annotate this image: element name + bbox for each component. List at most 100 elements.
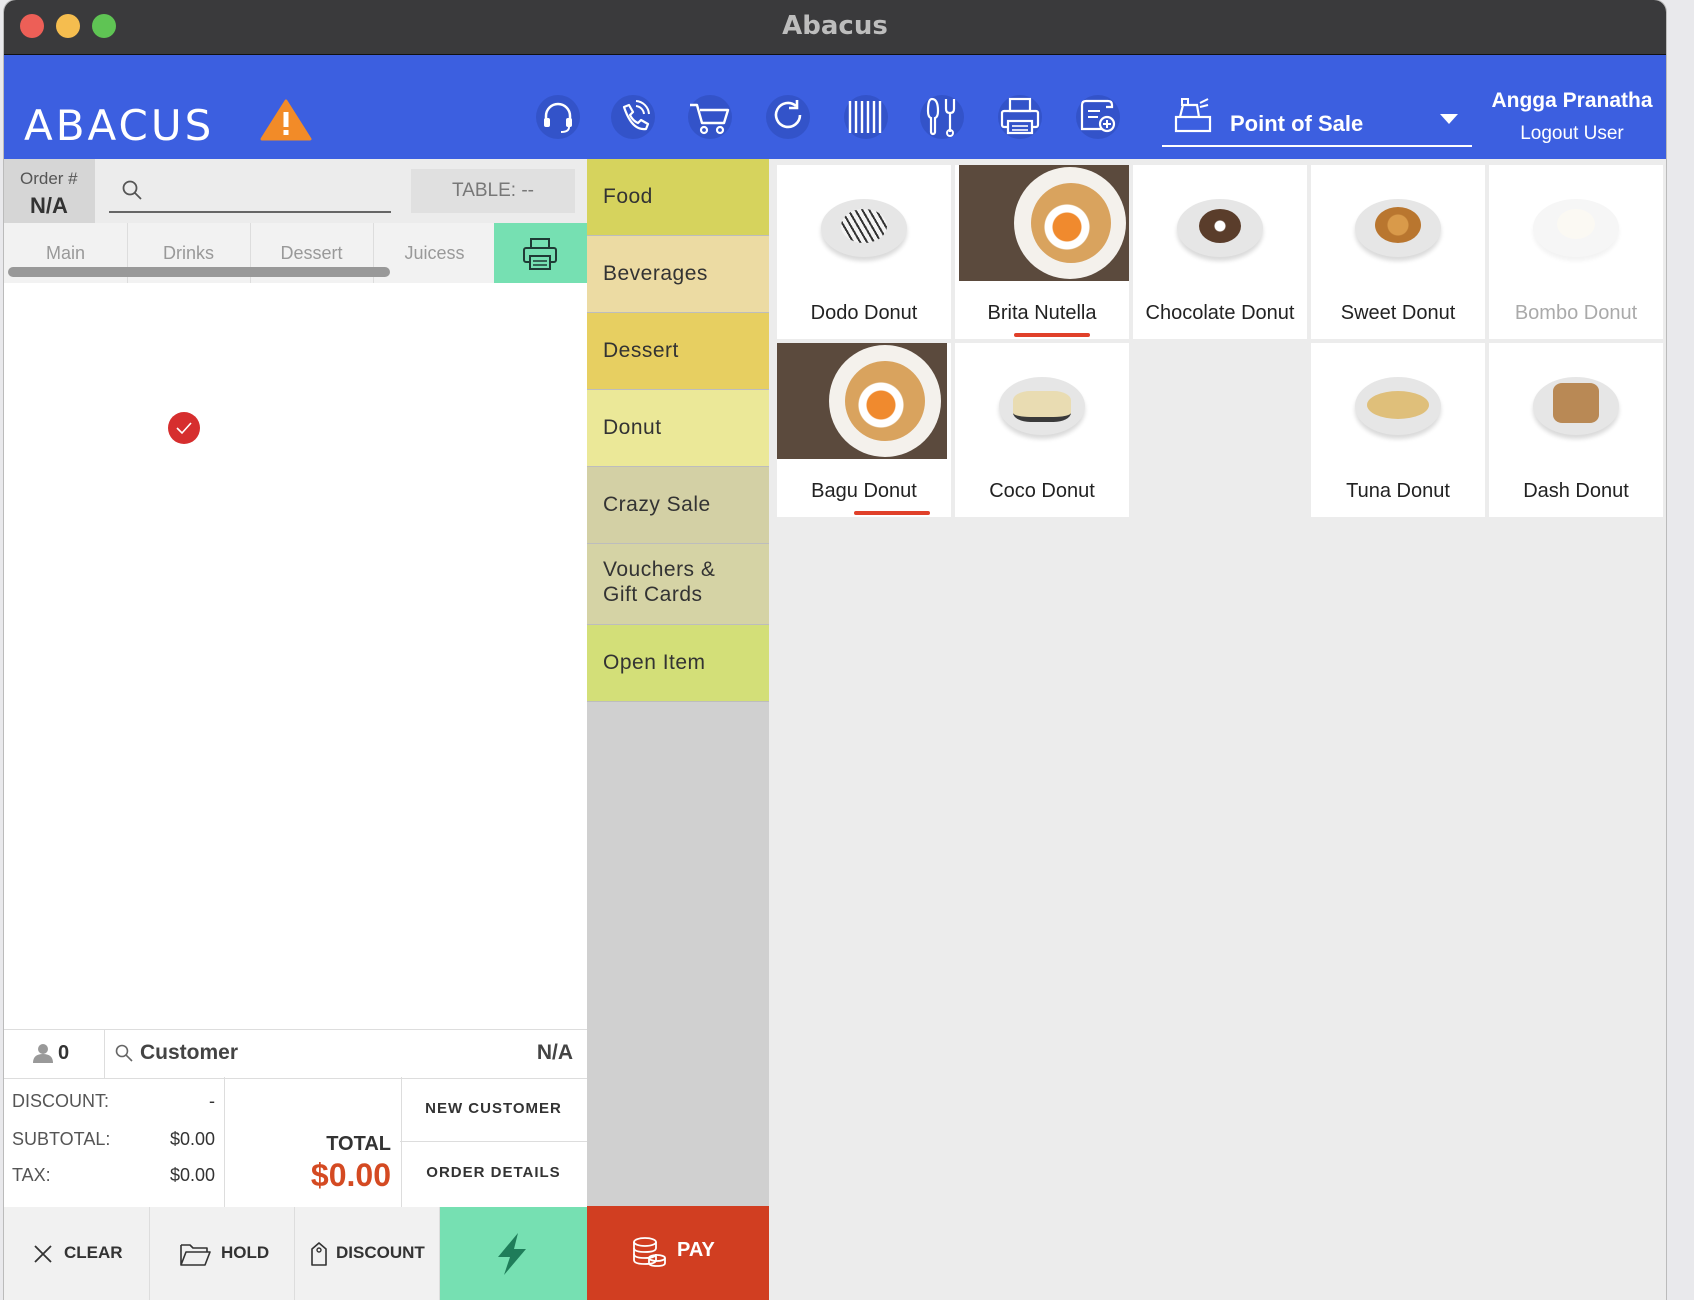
discount-button[interactable]: DISCOUNT (294, 1207, 440, 1300)
warning-icon[interactable] (260, 99, 312, 146)
product-name: Coco Donut (989, 480, 1095, 502)
product-tuna-donut[interactable]: Tuna Donut (1311, 343, 1485, 517)
coins-icon (633, 1237, 666, 1267)
product-name: Bagu Donut (811, 480, 917, 502)
product-chocolate-donut[interactable]: Chocolate Donut (1133, 165, 1307, 339)
folder-icon (180, 1244, 211, 1266)
product-name: Bombo Donut (1514, 302, 1638, 324)
tax-value: $0.00 (169, 1165, 215, 1185)
discount-label: DISCOUNT: (12, 1091, 110, 1111)
order-details-button[interactable]: ORDER DETAILS (400, 1141, 587, 1205)
printer-icon[interactable] (996, 93, 1044, 141)
product-name: Chocolate Donut (1145, 302, 1295, 324)
discount-value: - (209, 1091, 215, 1111)
customer-row: 0 Customer N/A (4, 1029, 587, 1079)
kitchen-icon[interactable] (918, 93, 966, 141)
receipt-add-icon[interactable] (1074, 93, 1122, 141)
category-beverages[interactable]: Beverages (587, 236, 769, 313)
product-bagu-donut[interactable]: Bagu Donut (777, 343, 951, 517)
product-brita-nutella[interactable]: Brita Nutella (955, 165, 1129, 339)
category-panel: Food Beverages Dessert Donut Crazy Sale … (587, 159, 769, 1300)
product-image (777, 343, 947, 459)
category-donut[interactable]: Donut (587, 390, 769, 467)
product-image (1533, 199, 1619, 257)
user-name: Angga Pranatha (1491, 89, 1653, 112)
guest-count[interactable]: 0 (58, 1042, 69, 1065)
cash-register-icon (1174, 98, 1212, 133)
product-image (1355, 377, 1441, 435)
product-dodo-donut[interactable]: Dodo Donut (777, 165, 951, 339)
clear-label: CLEAR (64, 1243, 123, 1262)
app-logo: ABACUS (24, 101, 215, 150)
product-sweet-donut[interactable]: Sweet Donut (1311, 165, 1485, 339)
phone-icon[interactable] (609, 93, 657, 141)
category-label: Open Item (603, 651, 706, 674)
customer-value: N/A (536, 1041, 573, 1064)
clear-button[interactable]: CLEAR (4, 1207, 150, 1300)
refresh-icon[interactable] (764, 93, 812, 141)
order-tabs: Main Drinks Dessert Juicess (4, 223, 587, 283)
cart-icon[interactable] (686, 93, 734, 141)
order-summary: DISCOUNT: - SUBTOTAL: $0.00 TAX: $0.00 T… (4, 1077, 587, 1207)
top-toolbar: ABACUS Point of Sale Angga Pranatha Logo… (4, 55, 1666, 159)
category-open-item[interactable]: Open Item (587, 625, 769, 702)
mode-select[interactable]: Point of Sale (1162, 97, 1472, 147)
title-bar: Abacus (4, 0, 1666, 55)
customer-search[interactable]: Customer (140, 1041, 238, 1065)
tab-juicess[interactable]: Juicess (373, 223, 497, 283)
product-dash-donut[interactable]: Dash Donut (1489, 343, 1663, 517)
tax-label: TAX: (12, 1165, 51, 1185)
product-image (1355, 199, 1441, 257)
order-number-label: Order # (20, 169, 78, 188)
category-label: Vouchers & (603, 558, 716, 581)
product-image (959, 165, 1129, 281)
pay-button[interactable]: PAY (587, 1206, 769, 1300)
product-coco-donut[interactable]: Coco Donut (955, 343, 1129, 517)
product-name: Tuna Donut (1346, 480, 1450, 502)
tag-icon (311, 1242, 327, 1266)
product-name: Dodo Donut (810, 302, 918, 324)
product-image (821, 199, 907, 257)
in-order-indicator (1014, 333, 1090, 337)
product-image (1533, 377, 1619, 435)
mode-select-label: Point of Sale (1230, 111, 1364, 136)
subtotal-label: SUBTOTAL: (12, 1129, 111, 1149)
product-name: Sweet Donut (1340, 302, 1456, 324)
category-label: Beverages (603, 262, 708, 285)
category-dessert[interactable]: Dessert (587, 313, 769, 390)
in-order-indicator (854, 511, 930, 515)
product-image (999, 377, 1085, 435)
category-label: Donut (603, 416, 662, 439)
chevron-down-icon (1440, 114, 1458, 124)
app-window: Abacus ABACUS Point of Sale Angga Pranat… (4, 0, 1666, 1300)
order-panel: Order # N/A TABLE: -- Main Drinks Desser… (4, 159, 587, 1300)
barcode-icon[interactable] (842, 93, 890, 141)
category-vouchers-gift-cards[interactable]: Vouchers & Gift Cards (587, 544, 769, 625)
search-input[interactable] (109, 171, 391, 213)
product-name: Brita Nutella (987, 302, 1097, 324)
tabs-scrollbar[interactable] (8, 267, 390, 277)
table-button[interactable]: TABLE: -- (411, 169, 575, 213)
category-label: Food (603, 185, 653, 208)
quick-pay-button[interactable] (440, 1207, 587, 1300)
category-food[interactable]: Food (587, 159, 769, 236)
subtotal-value: $0.00 (169, 1129, 215, 1149)
discount-label: DISCOUNT (336, 1243, 425, 1262)
action-bar: CLEAR HOLD DISCOUNT (4, 1207, 587, 1300)
order-number-box: Order # N/A (4, 159, 95, 223)
headset-icon[interactable] (534, 93, 582, 141)
selected-check-icon (168, 412, 200, 444)
hold-button[interactable]: HOLD (149, 1207, 295, 1300)
product-bombo-donut[interactable]: Bombo Donut (1489, 165, 1663, 339)
print-order-button[interactable] (494, 223, 587, 283)
total-box: TOTAL $0.00 (224, 1077, 402, 1207)
product-grid: Dodo Donut Brita Nutella Chocolate Donut… (769, 159, 1666, 1300)
new-customer-button[interactable]: NEW CUSTOMER (400, 1077, 587, 1142)
product-image (1177, 199, 1263, 257)
lightning-icon (498, 1233, 526, 1275)
logout-link[interactable]: Logout User (1482, 123, 1662, 145)
category-crazy-sale[interactable]: Crazy Sale (587, 467, 769, 544)
window-title: Abacus (782, 11, 888, 41)
category-label: Crazy Sale (603, 493, 711, 516)
product-name: Dash Donut (1523, 480, 1629, 502)
